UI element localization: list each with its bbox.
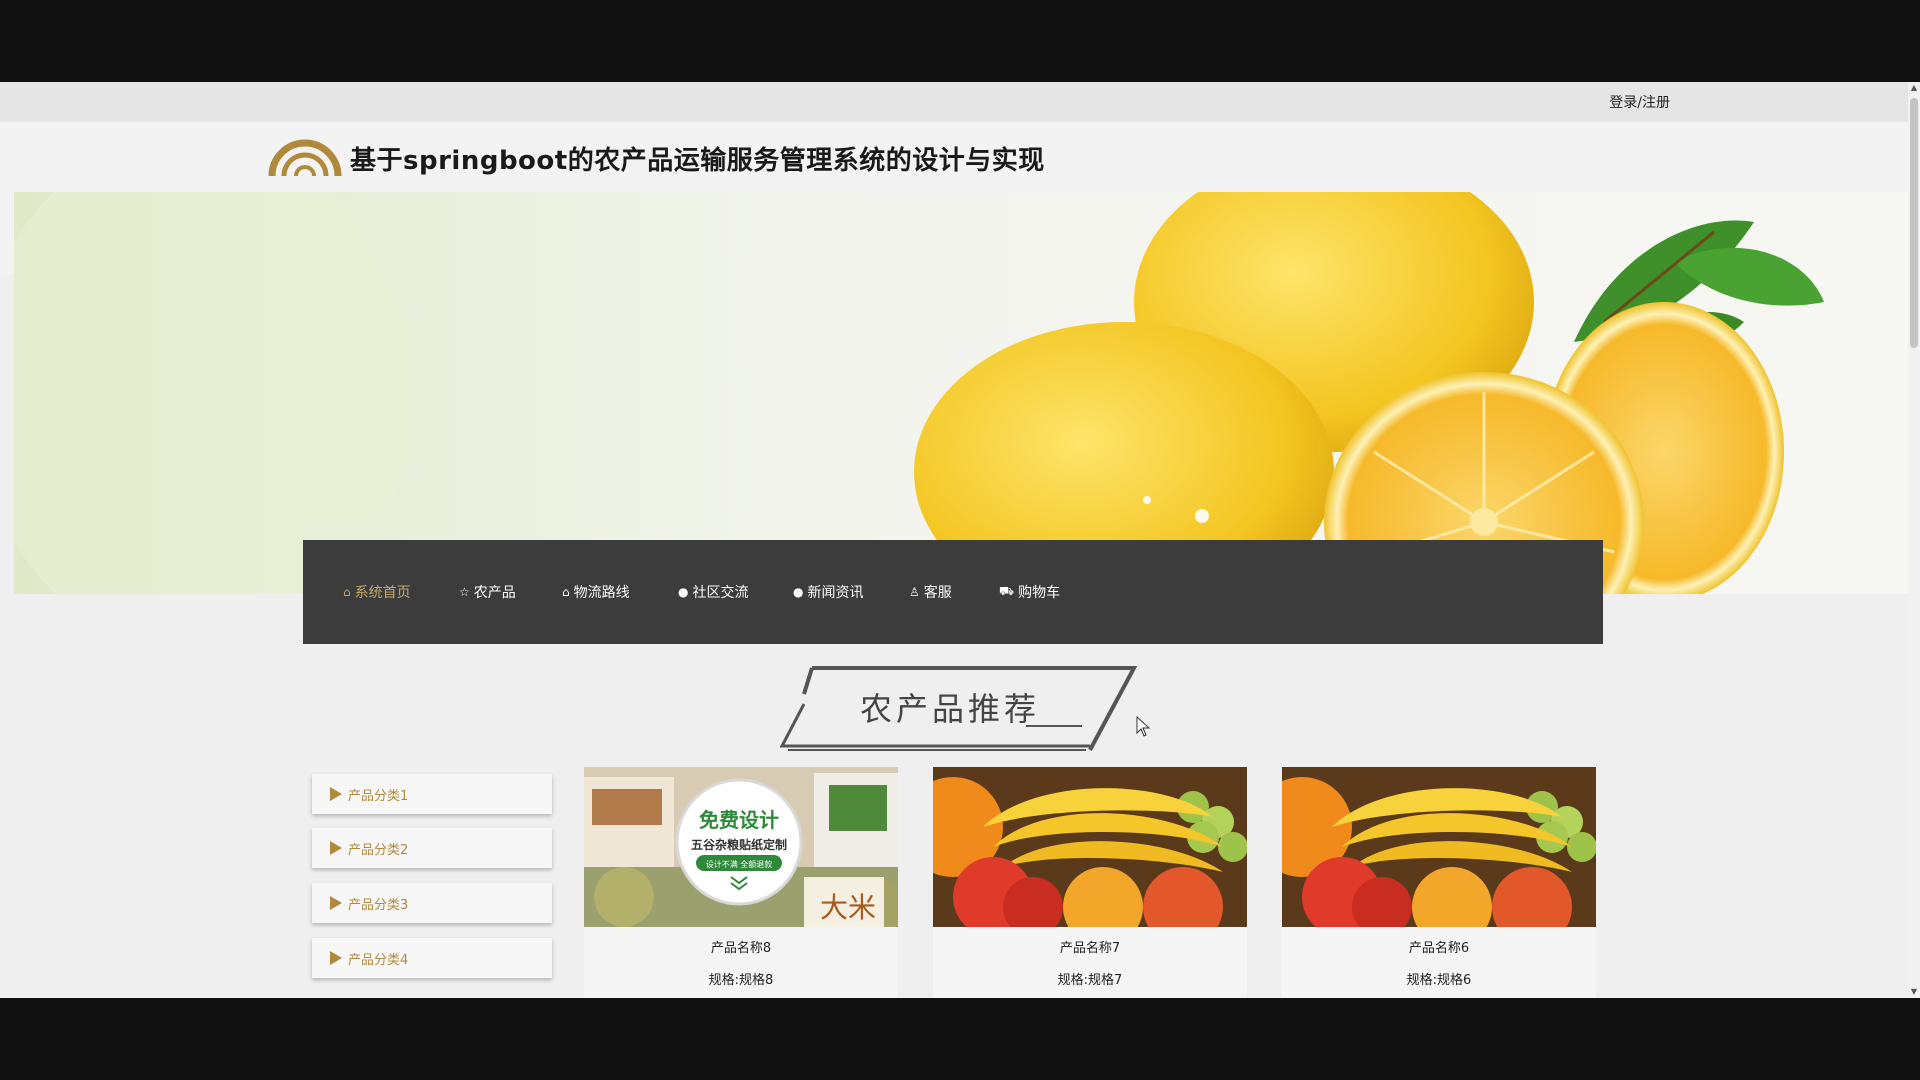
lemon-banner-image [14,192,1908,594]
main-nav: ⌂ 系统首页 ☆ 农产品 ⌂ 物流路线 ● 社区交流 ● 新闻资讯 ♙ 客服 ⛟… [303,540,1603,644]
product-card-6[interactable]: 产品名称6 规格:规格6 [1282,767,1596,998]
nav-item-news[interactable]: ● 新闻资讯 [793,582,863,602]
site-logo-icon [268,139,342,177]
bag-icon: ⌂ [562,585,570,599]
svg-text:大米: 大米 [820,891,876,924]
product-name: 产品名称6 [1408,941,1470,956]
nav-item-cart[interactable]: ⛟ 购物车 [999,582,1060,602]
product-name: 产品名称8 [710,941,772,956]
star-icon: ☆ [459,585,470,599]
user-icon: ♙ [909,585,920,599]
product-card-8[interactable]: 大米 免费设计 五谷杂粮贴纸定制 设计不满 全额退款 产品名称8 规格:规格8 [584,767,898,998]
product-image: 大米 免费设计 五谷杂粮贴纸定制 设计不满 全额退款 [584,767,898,927]
arrow-right-icon [330,951,342,965]
product-spec: 规格:规格8 [708,973,774,988]
mouse-cursor-icon [1136,716,1151,737]
top-bar: 登录/注册 [0,82,1920,122]
truck-icon: ⛟ [999,584,1015,598]
nav-item-community[interactable]: ● 社区交流 [678,582,748,602]
arrow-right-icon [330,841,342,855]
section-heading: 农产品推荐 [770,664,1140,752]
arrow-right-icon [330,896,342,910]
vertical-scrollbar[interactable]: ▲ ▼ [1908,82,1920,998]
section-title: 农产品推荐 [860,690,1041,728]
scroll-up-icon[interactable]: ▲ [1910,84,1918,92]
product-name: 产品名称7 [1059,941,1121,956]
nav-item-home[interactable]: ⌂ 系统首页 [343,582,411,602]
svg-text:免费设计: 免费设计 [699,808,779,832]
category-item-2[interactable]: 产品分类2 [312,828,552,868]
carousel-dot-1 [1143,496,1151,504]
product-image [1282,767,1596,927]
product-card-7[interactable]: 产品名称7 规格:规格7 [933,767,1247,998]
category-item-1[interactable]: 产品分类1 [312,774,552,814]
category-item-3[interactable]: 产品分类3 [312,883,552,923]
svg-text:五谷杂粮贴纸定制: 五谷杂粮贴纸定制 [691,837,787,852]
scroll-down-icon[interactable]: ▼ [1910,988,1918,996]
product-image [933,767,1247,927]
product-spec: 规格:规格7 [1057,973,1123,988]
site-title: 基于springboot的农产品运输服务管理系统的设计与实现 [350,146,1045,176]
nav-item-products[interactable]: ☆ 农产品 [459,582,516,602]
scrollbar-thumb[interactable] [1910,98,1918,348]
nav-item-logistics[interactable]: ⌂ 物流路线 [562,582,630,602]
dot-icon: ● [793,585,804,599]
carousel-dot-2 [1195,509,1209,523]
nav-item-service[interactable]: ♙ 客服 [909,582,952,602]
arrow-right-icon [330,787,342,801]
category-item-4[interactable]: 产品分类4 [312,938,552,978]
login-register-link[interactable]: 登录/注册 [1609,92,1670,112]
browser-viewport: 登录/注册 基于springboot的农产品运输服务管理系统的设计与实现 ⌂ 系… [0,82,1920,998]
svg-text:设计不满 全额退款: 设计不满 全额退款 [706,859,773,869]
product-spec: 规格:规格6 [1406,973,1472,988]
home-icon: ⌂ [343,585,351,599]
dot-icon: ● [678,585,689,599]
banner-carousel[interactable] [14,192,1908,594]
